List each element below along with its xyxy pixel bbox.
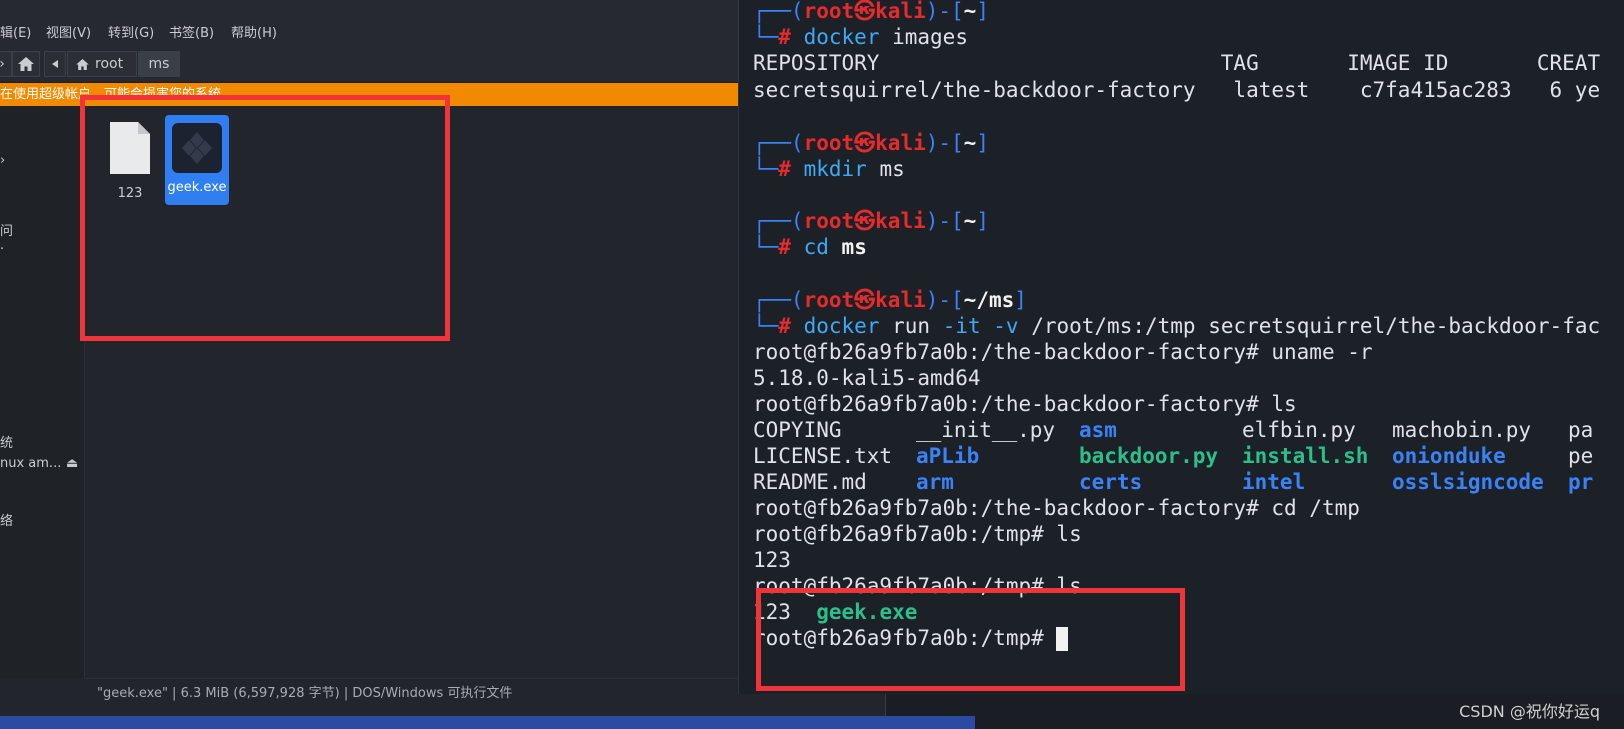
eject-icon[interactable]: ⏏ xyxy=(66,456,78,471)
ls-cell: aPLib xyxy=(916,444,980,468)
menu-view[interactable]: 视图(V) xyxy=(46,22,91,41)
output-line: 5.18.0-kali5-amd64 xyxy=(753,366,981,390)
home-button[interactable] xyxy=(12,51,40,77)
command-line: └─# docker images xyxy=(753,25,968,49)
sidebar-item-access[interactable]: 问 xyxy=(0,220,13,239)
ls-cell: onionduke xyxy=(1392,444,1506,468)
sidebar-item-label-1: · xyxy=(0,242,5,257)
breadcrumb-back-button[interactable] xyxy=(44,51,66,77)
breadcrumb-root-label: root xyxy=(95,56,124,72)
breadcrumb-root[interactable]: root xyxy=(67,51,137,77)
forward-button[interactable]: › xyxy=(0,51,12,77)
home-icon xyxy=(18,57,34,71)
ls-row: COPYING xyxy=(753,418,842,442)
ls-cell: osslsigncode xyxy=(1392,470,1544,494)
ls-cell: certs xyxy=(1079,470,1143,494)
ls-cell: __init__.py xyxy=(916,418,1056,442)
menu-go[interactable]: 转到(G) xyxy=(108,22,154,41)
ls-cell: elfbin.py xyxy=(1242,418,1356,442)
breadcrumb-ms-label: ms xyxy=(148,56,170,72)
ls-cell: arm xyxy=(916,470,954,494)
output-line: REPOSITORY TAG IMAGE ID CREAT xyxy=(753,51,1601,75)
command-line: └─# mkdir ms xyxy=(753,157,905,181)
output-line: secretsquirrel/the-backdoor-factory late… xyxy=(753,78,1601,102)
ls-cell: intel xyxy=(1242,470,1306,494)
ls-cell: README.md xyxy=(753,470,867,494)
ls-cell: asm xyxy=(1079,418,1117,442)
command-line: └─# cd ms xyxy=(753,235,867,259)
chevron-right-icon: › xyxy=(0,56,5,72)
menu-edit[interactable]: 辑(E) xyxy=(0,22,31,41)
prompt-line: ┌──(root㉿kali)-[~] xyxy=(753,0,989,23)
output-line: root@fb26a9fb7a0b:/tmp# ls xyxy=(753,522,1082,546)
sidebar-item-label-0: › xyxy=(0,153,6,168)
ls-cell: machobin.py xyxy=(1392,418,1532,442)
menu-bookmarks[interactable]: 书签(B) xyxy=(169,22,214,41)
home-small-icon xyxy=(76,58,89,70)
command-line: └─# docker run -it -v /root/ms:/tmp secr… xyxy=(753,314,1601,338)
highlight-box-files xyxy=(80,95,450,341)
triangle-left-icon xyxy=(52,60,58,68)
sidebar-item-filesystem[interactable]: 统 xyxy=(0,432,13,451)
output-line: root@fb26a9fb7a0b:/the-backdoor-factory#… xyxy=(753,496,1360,520)
output-line: root@fb26a9fb7a0b:/the-backdoor-factory#… xyxy=(753,392,1297,416)
watermark: CSDN @祝你好运q xyxy=(1459,702,1600,721)
breadcrumb-ms[interactable]: ms xyxy=(138,51,180,77)
taskbar xyxy=(0,716,975,729)
prompt-line: ┌──(root㉿kali)-[~] xyxy=(753,131,989,155)
ls-cell: LICENSE.txt xyxy=(753,444,893,468)
prompt-line: ┌──(root㉿kali)-[~/ms] xyxy=(753,288,1027,312)
ls-cell: pa xyxy=(1568,418,1594,442)
output-line: root@fb26a9fb7a0b:/the-backdoor-factory#… xyxy=(753,340,1373,364)
ls-cell: install.sh xyxy=(1242,444,1369,468)
menu-help[interactable]: 帮助(H) xyxy=(231,22,277,41)
sidebar-item-linux-drive[interactable]: nux am... xyxy=(0,456,61,471)
ls-cell: pe xyxy=(1568,444,1594,468)
highlight-box-terminal xyxy=(756,588,1185,691)
output-line: 123 xyxy=(753,548,791,572)
prompt-line: ┌──(root㉿kali)-[~] xyxy=(753,209,989,233)
ls-cell: backdoor.py xyxy=(1079,444,1219,468)
places-sidebar: › 问 · 统 nux am... ⏏ 络 xyxy=(0,106,85,678)
sidebar-item-network[interactable]: 络 xyxy=(0,510,13,529)
ls-cell: pr xyxy=(1568,470,1594,494)
